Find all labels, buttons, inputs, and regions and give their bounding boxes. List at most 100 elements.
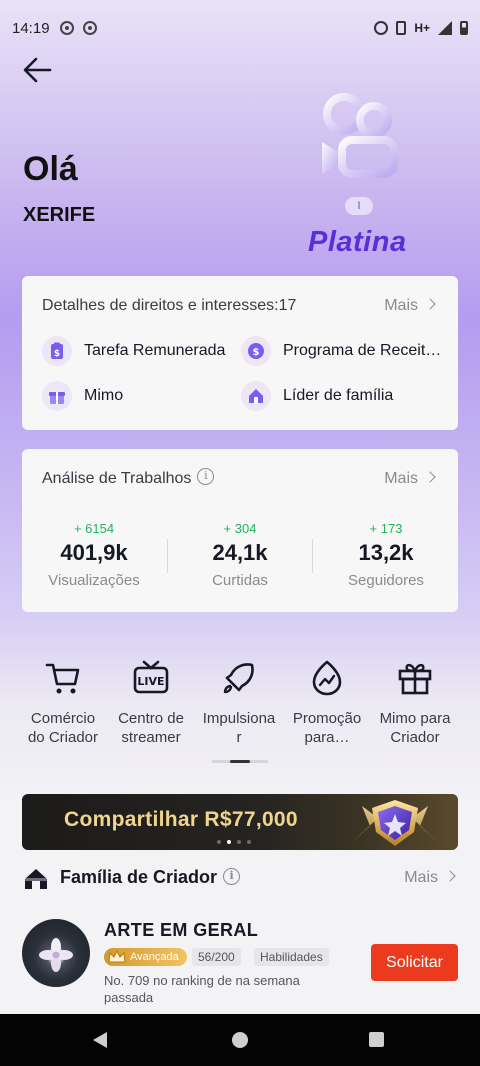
- tier-level-badge: I: [345, 197, 373, 215]
- family-skill-badge: Habilidades: [254, 948, 329, 966]
- notification-icon-2: [82, 21, 97, 35]
- family-member-count: 56/200: [192, 948, 241, 966]
- rights-more-link[interactable]: Mais: [384, 297, 436, 315]
- trophy-shield-icon: [350, 800, 440, 846]
- svg-text:LIVE: LIVE: [137, 675, 164, 688]
- works-title-text: Análise de Trabalhos: [42, 470, 192, 487]
- alarm-icon: [374, 21, 389, 35]
- banner-dots: [217, 840, 251, 844]
- task-badge-icon: $: [42, 336, 72, 366]
- family-header: Família de Criador i Mais: [22, 864, 458, 894]
- pager-thumb: [230, 760, 250, 763]
- family-level-text: Avançada: [130, 951, 179, 963]
- right-item-revenue-program[interactable]: $ Programa de Receit…: [241, 336, 441, 366]
- battery-icon: [460, 21, 468, 35]
- rights-title: Detalhes de direitos e interesses:17: [42, 297, 297, 314]
- family-tent-icon: [25, 869, 47, 889]
- tool-creator-commerce[interactable]: Comércio do Criador: [18, 658, 108, 747]
- chevron-right-icon: [424, 298, 436, 310]
- works-more-link[interactable]: Mais: [384, 470, 436, 488]
- username: XERIFE: [23, 204, 96, 226]
- stat-label: Curtidas: [212, 572, 268, 589]
- tool-label: Impulsiona r: [202, 710, 276, 746]
- stat-delta: + 173: [369, 521, 403, 536]
- rights-more-label: Mais: [384, 297, 418, 314]
- apply-button[interactable]: Solicitar: [371, 944, 458, 981]
- tier-logo-icon: [316, 90, 404, 186]
- stat-followers[interactable]: + 173 13,2k Seguidores: [316, 521, 456, 589]
- family-avatar[interactable]: [22, 919, 90, 987]
- tool-label: Promoção para…: [292, 710, 362, 746]
- crown-icon: [108, 949, 126, 963]
- right-item-paid-task[interactable]: $ Tarefa Remunerada: [42, 336, 225, 366]
- family-name: ARTE EM GERAL: [104, 920, 259, 940]
- family-level-badge: Avançada: [104, 948, 187, 966]
- tool-creator-gift[interactable]: Mimo para Criador: [370, 658, 460, 747]
- banner-dot: [237, 840, 241, 844]
- info-icon[interactable]: i: [223, 867, 241, 885]
- family-list-item[interactable]: ARTE EM GERAL Avançada 56/200 Habilidade…: [22, 916, 458, 1008]
- right-item-gift[interactable]: Mimo: [42, 381, 123, 411]
- gift-icon: [42, 381, 72, 411]
- notification-icon: [59, 21, 74, 35]
- tools-page-indicator: [212, 760, 268, 763]
- family-title-text: Família de Criador: [60, 867, 218, 887]
- stat-label: Visualizações: [48, 572, 140, 589]
- banner-dot: [247, 840, 251, 844]
- stat-divider: [167, 539, 168, 573]
- stat-label: Seguidores: [348, 572, 424, 589]
- family-title: Família de Criador i: [60, 867, 241, 888]
- system-nav-bar: [0, 1014, 480, 1066]
- signal-icon: [438, 21, 452, 35]
- shopping-cart-icon: [45, 663, 80, 694]
- status-time: 14:19: [12, 19, 50, 37]
- status-bar: 14:19 H+: [0, 0, 480, 56]
- tool-streamer-center[interactable]: LIVE Centro de streamer: [106, 658, 196, 747]
- works-analysis-card: Análise de Trabalhos i Mais + 6154 401,9k…: [22, 449, 458, 612]
- family-tent-icon: [241, 381, 271, 411]
- right-item-label: Líder de família: [283, 387, 394, 404]
- right-item-label: Programa de Receit…: [283, 342, 442, 359]
- stat-likes[interactable]: + 304 24,1k Curtidas: [170, 521, 310, 589]
- stat-value: 401,9k: [60, 540, 128, 565]
- tool-boost[interactable]: Impulsiona r: [194, 658, 284, 747]
- nav-recents-icon[interactable]: [369, 1032, 384, 1047]
- stat-value: 24,1k: [212, 540, 268, 565]
- tool-label: Comércio do Criador: [27, 710, 99, 746]
- right-item-label: Tarefa Remunerada: [84, 342, 226, 359]
- chevron-right-icon: [444, 870, 456, 882]
- promotion-flame-icon: [312, 660, 342, 696]
- network-type: H+: [414, 21, 430, 35]
- svg-text:$: $: [253, 347, 260, 358]
- right-item-label: Mimo: [84, 387, 124, 404]
- tool-label: Mimo para Criador: [379, 710, 451, 746]
- stat-divider: [312, 539, 313, 573]
- info-icon[interactable]: i: [197, 468, 215, 486]
- stat-delta: + 304: [223, 521, 257, 536]
- flower-icon: [39, 938, 73, 972]
- vibrate-icon: [396, 21, 407, 35]
- family-more-link[interactable]: Mais: [404, 869, 456, 887]
- stat-value: 13,2k: [358, 540, 414, 565]
- banner-dot-active: [227, 840, 231, 844]
- nav-home-icon[interactable]: [232, 1032, 248, 1048]
- live-tv-icon: LIVE: [133, 660, 169, 694]
- back-arrow-icon: [23, 57, 52, 83]
- family-rank-text: No. 709 no ranking de na semana passada: [104, 973, 300, 1005]
- right-item-family-leader[interactable]: Líder de família: [241, 381, 393, 411]
- tool-promotion[interactable]: Promoção para…: [282, 658, 372, 747]
- chevron-right-icon: [424, 471, 436, 483]
- svg-text:$: $: [54, 349, 60, 359]
- family-more-label: Mais: [404, 869, 438, 886]
- rights-card: Detalhes de direitos e interesses:17 Mai…: [22, 276, 458, 430]
- tier-name: Platina: [308, 226, 407, 258]
- banner-dot: [217, 840, 221, 844]
- nav-back-icon[interactable]: [93, 1032, 107, 1048]
- promo-banner[interactable]: Compartilhar R$77,000: [22, 794, 458, 850]
- dollar-coin-icon: $: [241, 336, 271, 366]
- stat-views[interactable]: + 6154 401,9k Visualizações: [24, 521, 164, 589]
- stat-delta: + 6154: [73, 521, 115, 536]
- rocket-icon: [223, 663, 254, 694]
- greeting-title: Olá: [23, 150, 78, 188]
- back-button[interactable]: [20, 52, 60, 88]
